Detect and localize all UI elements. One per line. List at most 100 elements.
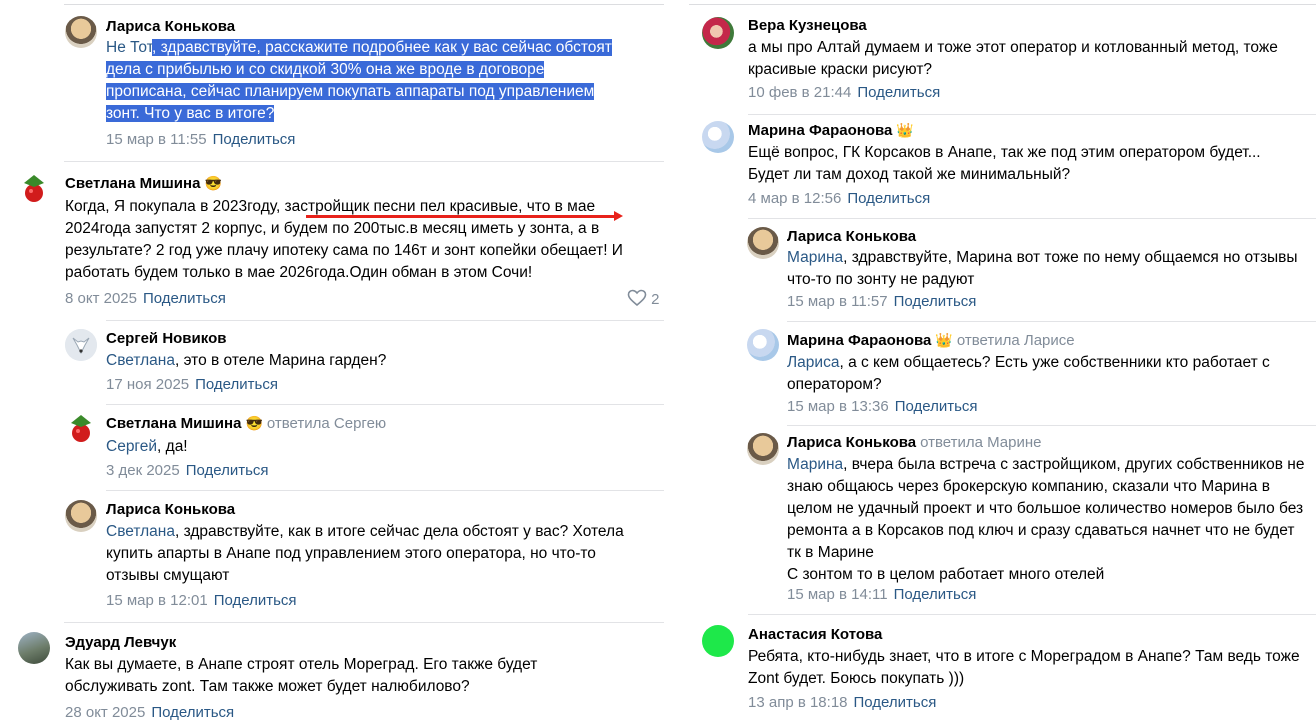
- crown-emoji-icon: 👑: [935, 332, 953, 348]
- share-button[interactable]: Поделиться: [847, 190, 930, 207]
- sunglasses-emoji-icon: 😎: [204, 175, 222, 191]
- avatar[interactable]: [65, 500, 97, 532]
- comment-text: Ещё вопрос, ГК Корсаков в Анапе, так же …: [748, 144, 1261, 183]
- comment-date[interactable]: 8 окт 2025: [65, 290, 137, 307]
- reply-to-label[interactable]: ответила Марине: [920, 434, 1041, 451]
- avatar[interactable]: [747, 329, 779, 361]
- reply-to-label[interactable]: ответила Ларисе: [957, 332, 1075, 349]
- mention-link[interactable]: Светлана: [106, 352, 175, 369]
- divider: [748, 114, 1316, 115]
- share-button[interactable]: Поделиться: [213, 131, 296, 148]
- share-button[interactable]: Поделиться: [854, 694, 937, 711]
- divider: [64, 622, 664, 623]
- comment-meta: 15 мар в 11:57 Поделиться: [787, 293, 976, 310]
- flower-avatar-image: [24, 175, 44, 202]
- comment-text: Лариса, а с кем общаетесь? Есть уже собс…: [787, 354, 1270, 393]
- share-button[interactable]: Поделиться: [186, 462, 269, 479]
- comment-date[interactable]: 3 дек 2025: [106, 462, 180, 479]
- dog-avatar-image: [65, 329, 97, 361]
- author-name[interactable]: Эдуард Левчук: [65, 634, 176, 651]
- share-button[interactable]: Поделиться: [894, 293, 977, 310]
- comment-date[interactable]: 15 мар в 14:11: [787, 586, 888, 603]
- right-comments-column: Вера Кузнецова а мы про Алтай думаем и т…: [689, 0, 1316, 722]
- comment-date[interactable]: 13 апр в 18:18: [748, 694, 848, 711]
- author-name[interactable]: Светлана Мишина 😎: [65, 175, 222, 192]
- author-name[interactable]: Вера Кузнецова: [748, 17, 867, 34]
- comment-date[interactable]: 15 мар в 12:01: [106, 592, 208, 609]
- mention-link[interactable]: Сергей: [106, 438, 157, 455]
- comment-date[interactable]: 15 мар в 13:36: [787, 398, 889, 415]
- comment-meta: 3 дек 2025 Поделиться: [106, 462, 269, 479]
- heart-icon: [627, 289, 647, 307]
- divider: [787, 321, 1316, 322]
- avatar[interactable]: [702, 121, 734, 153]
- mention-link[interactable]: Марина: [787, 249, 843, 266]
- comment-meta: 15 мар в 12:01 Поделиться: [106, 592, 297, 609]
- comment-text: Когда, Я покупала в 2023году, застройщик…: [65, 198, 623, 281]
- comment-meta: 15 мар в 11:55 Поделиться: [106, 131, 295, 148]
- share-button[interactable]: Поделиться: [894, 586, 977, 603]
- comment-meta: 4 мар в 12:56 Поделиться: [748, 190, 930, 207]
- author-name: Марина Фараонова 👑: [748, 122, 914, 139]
- mention-link[interactable]: Светлана: [106, 523, 175, 540]
- avatar[interactable]: [18, 173, 50, 205]
- comment-meta: 13 апр в 18:18 Поделиться: [748, 694, 936, 711]
- divider: [64, 161, 664, 162]
- comment-meta: 8 окт 2025 Поделиться: [65, 290, 226, 307]
- mention-link[interactable]: Лариса: [787, 354, 839, 371]
- avatar[interactable]: [747, 433, 779, 465]
- avatar[interactable]: [65, 413, 97, 445]
- comment-date[interactable]: 4 мар в 12:56: [748, 190, 841, 207]
- comment-meta: 17 ноя 2025 Поделиться: [106, 376, 278, 393]
- comment-meta: 28 окт 2025 Поделиться: [65, 704, 234, 721]
- share-button[interactable]: Поделиться: [195, 376, 278, 393]
- comment-date[interactable]: 10 фев в 21:44: [748, 84, 851, 101]
- comment-date[interactable]: 15 мар в 11:57: [787, 293, 888, 310]
- red-underline-annotation: [306, 215, 614, 218]
- divider: [787, 425, 1316, 426]
- divider: [106, 320, 664, 321]
- avatar[interactable]: [65, 16, 97, 48]
- comment-date[interactable]: 28 окт 2025: [65, 704, 145, 721]
- author-name[interactable]: Лариса Конькова: [106, 501, 235, 518]
- author-name[interactable]: Лариса Конькова: [787, 228, 916, 245]
- avatar[interactable]: [65, 329, 97, 361]
- avatar[interactable]: [702, 625, 734, 657]
- avatar[interactable]: [702, 17, 734, 49]
- avatar[interactable]: [747, 227, 779, 259]
- comment-text: Не Тот, здравствуйте, расскажите подробн…: [106, 39, 612, 122]
- author-name[interactable]: Анастасия Котова: [748, 626, 882, 643]
- like-button[interactable]: 2: [627, 289, 660, 308]
- comment-text: Марина, вчера была встреча с застройщико…: [787, 456, 1305, 583]
- share-button[interactable]: Поделиться: [857, 84, 940, 101]
- mention-link[interactable]: Марина: [787, 456, 843, 473]
- comment-meta: 15 мар в 13:36 Поделиться: [787, 398, 978, 415]
- author-name: Марина Фараонова 👑 ответила Ларисе: [787, 332, 1075, 349]
- share-button[interactable]: Поделиться: [151, 704, 234, 721]
- comment-text: Как вы думаете, в Анапе строят отель Мор…: [65, 656, 538, 695]
- comment-meta: 15 мар в 14:11 Поделиться: [787, 586, 976, 603]
- avatar[interactable]: [18, 632, 50, 664]
- comment-date[interactable]: 17 ноя 2025: [106, 376, 189, 393]
- divider: [748, 218, 1316, 219]
- divider: [748, 614, 1316, 615]
- share-button[interactable]: Поделиться: [143, 290, 226, 307]
- mention-link[interactable]: Не Тот: [106, 39, 152, 56]
- comment-text: Сергей, да!: [106, 438, 188, 455]
- divider: [106, 404, 664, 405]
- reply-to-label[interactable]: ответила Сергею: [267, 415, 386, 432]
- comment-meta: 10 фев в 21:44 Поделиться: [748, 84, 940, 101]
- comment-text: Ребята, кто-нибудь знает, что в итоге с …: [748, 648, 1300, 687]
- divider: [689, 4, 1316, 5]
- crown-emoji-icon: 👑: [896, 122, 914, 138]
- comment-date[interactable]: 15 мар в 11:55: [106, 131, 207, 148]
- red-arrow-annotation: [614, 211, 623, 221]
- column-gap: [676, 0, 689, 722]
- comment-text: Светлана, здравствуйте, как в итоге сейч…: [106, 523, 624, 584]
- comment-text: Марина, здравствуйте, Марина вот тоже по…: [787, 249, 1298, 288]
- author-name[interactable]: Лариса Конькова: [106, 18, 235, 35]
- share-button[interactable]: Поделиться: [895, 398, 978, 415]
- comment-text: а мы про Алтай думаем и тоже этот операт…: [748, 39, 1278, 78]
- share-button[interactable]: Поделиться: [214, 592, 297, 609]
- author-name[interactable]: Сергей Новиков: [106, 330, 226, 347]
